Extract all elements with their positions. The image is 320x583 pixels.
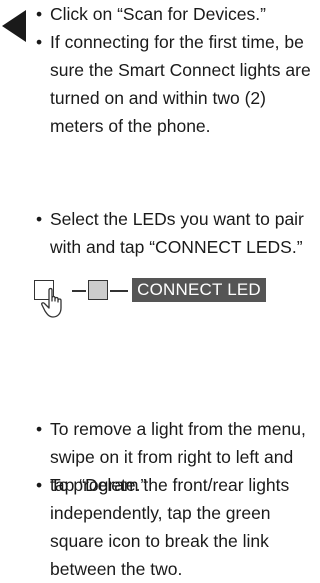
back-arrow-icon[interactable] (2, 10, 26, 42)
pairing-diagram: CONNECT LED (34, 278, 284, 326)
selected-square-icon (88, 280, 108, 300)
arrow-connector (110, 290, 128, 292)
pointing-hand-icon (41, 287, 62, 318)
arrow-connector (72, 290, 86, 292)
instruction-select-leds: Select the LEDs you want to pair with an… (34, 205, 312, 261)
connect-led-button[interactable]: CONNECT LED (132, 278, 266, 302)
instruction-first-time: If connecting for the first time, be sur… (34, 28, 312, 140)
instruction-scan: Click on “Scan for Devices.” (34, 0, 312, 28)
instruction-program-independently: To program the front/rear lights indepen… (34, 471, 312, 583)
